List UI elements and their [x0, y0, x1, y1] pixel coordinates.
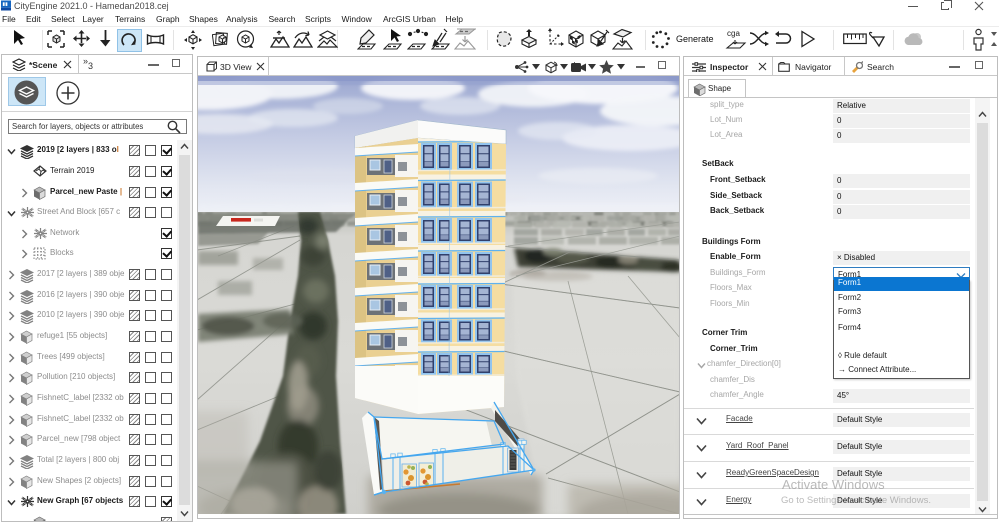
svg-text:cga: cga	[727, 29, 740, 38]
